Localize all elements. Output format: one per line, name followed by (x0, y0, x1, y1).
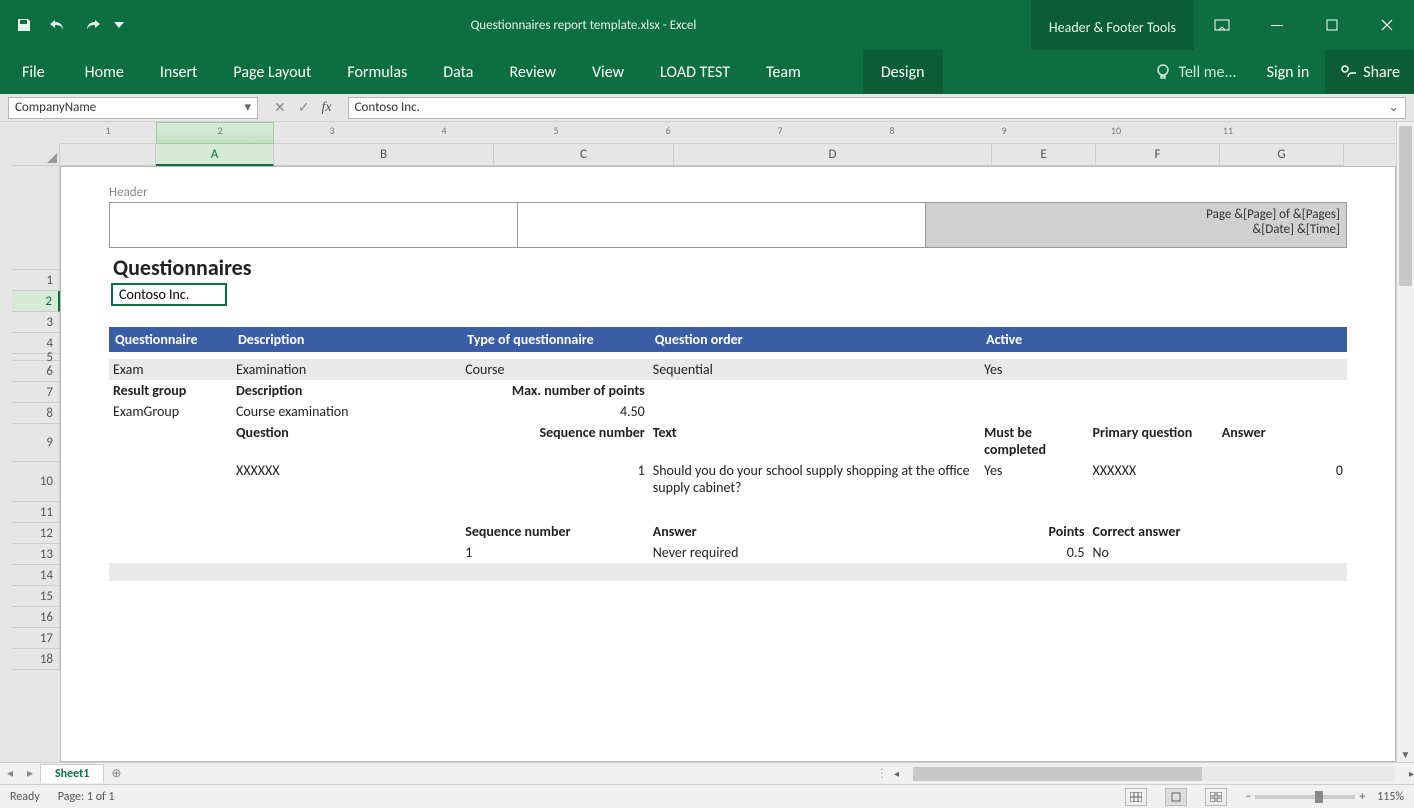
tab-file[interactable]: File (0, 50, 67, 94)
row-header-13[interactable]: 13 (12, 544, 60, 565)
cell-title[interactable]: Questionnaires (109, 254, 1347, 281)
zoom-in-button[interactable]: + (1359, 790, 1365, 804)
formula-bar[interactable]: Contoso Inc. ⌄ (348, 97, 1406, 119)
vertical-scrollbar[interactable]: ▲ ▼ (1396, 122, 1414, 762)
table-row[interactable]: ExamExaminationCourseSequentialYes (109, 359, 1347, 380)
column-header-E[interactable]: E (992, 144, 1096, 166)
row-header-10[interactable]: 10 (12, 462, 60, 502)
table-row[interactable]: Sequence numberAnswerPointsCorrect answe… (109, 521, 1347, 542)
scroll-thumb[interactable] (1399, 126, 1412, 286)
view-page-break-button[interactable] (1205, 788, 1227, 806)
select-all-button[interactable] (12, 144, 60, 166)
tab-load-test[interactable]: LOAD TEST (642, 50, 748, 94)
row-header-18[interactable]: 18 (12, 649, 60, 670)
column-header-G[interactable]: G (1220, 144, 1344, 166)
column-header-C[interactable]: C (494, 144, 674, 166)
row-header-5[interactable]: 5 (12, 354, 60, 361)
row-header-17[interactable]: 17 (12, 628, 60, 649)
tab-review[interactable]: Review (491, 50, 574, 94)
row-header-9[interactable]: 9 (12, 424, 60, 462)
table-row[interactable]: QuestionSequence numberTextMust be compl… (109, 422, 1347, 460)
share-button[interactable]: Share (1325, 50, 1414, 94)
row-header-1[interactable]: 1 (12, 270, 60, 291)
header-label: Header (109, 185, 1347, 200)
cancel-formula-button[interactable]: ✕ (274, 99, 286, 116)
header-right-section[interactable]: Page &[Page] of &[Pages] &[Date] &[Time] (926, 203, 1346, 247)
status-ready: Ready (10, 790, 40, 804)
header-editor[interactable]: Page &[Page] of &[Pages] &[Date] &[Time] (109, 202, 1347, 248)
row-header-12[interactable]: 12 (12, 523, 60, 544)
view-page-layout-button[interactable] (1165, 788, 1187, 806)
row-header-11[interactable]: 11 (12, 502, 60, 523)
table-row[interactable]: 1Never required0.5No (109, 542, 1347, 563)
row-header-6[interactable]: 6 (12, 361, 60, 382)
fx-icon[interactable]: fx (321, 100, 331, 116)
row-header-3[interactable]: 3 (12, 312, 60, 333)
cell-company-active[interactable]: Contoso Inc. (111, 283, 227, 306)
sign-in-button[interactable]: Sign in (1251, 50, 1326, 94)
table-row[interactable]: Result groupDescriptionMax. number of po… (109, 380, 1347, 401)
window-title: Questionnaires report template.xlsx - Ex… (136, 0, 1031, 50)
sheet-nav-prev[interactable]: ◂ (0, 766, 20, 781)
sheet-nav-next[interactable]: ▸ (20, 766, 40, 781)
name-box[interactable]: CompanyName ▾ (8, 97, 258, 119)
row-header-16[interactable]: 16 (12, 607, 60, 628)
tab-home[interactable]: Home (67, 50, 142, 94)
contextual-tab-label: Header & Footer Tools (1031, 0, 1194, 50)
close-button[interactable] (1359, 0, 1414, 50)
add-sheet-button[interactable]: ⊕ (104, 766, 128, 781)
tab-data[interactable]: Data (425, 50, 491, 94)
qat-customize-button[interactable] (110, 9, 128, 41)
maximize-button[interactable] (1304, 0, 1359, 50)
row-header-14[interactable]: 14 (12, 565, 60, 586)
sheet-tab-sheet1[interactable]: Sheet1 (40, 764, 104, 783)
row-header-8[interactable]: 8 (12, 403, 60, 424)
column-header-D[interactable]: D (674, 144, 992, 166)
enter-formula-button[interactable]: ✓ (298, 99, 310, 116)
table-row[interactable]: ExamGroupCourse examination4.50 (109, 401, 1347, 422)
share-icon (1339, 63, 1357, 81)
qat-undo-button[interactable] (42, 9, 74, 41)
qat-redo-button[interactable] (76, 9, 108, 41)
tell-me-search[interactable]: Tell me... (1140, 50, 1250, 94)
lightbulb-icon (1154, 63, 1172, 81)
scroll-down-button[interactable]: ▼ (1397, 746, 1414, 762)
table-row[interactable]: XXXXXX1Should you do your school supply … (109, 460, 1347, 500)
zoom-slider[interactable] (1255, 795, 1355, 799)
ribbon-display-options[interactable] (1194, 0, 1249, 50)
tab-team[interactable]: Team (748, 50, 819, 94)
tab-page-layout[interactable]: Page Layout (215, 50, 329, 94)
expand-formula-bar[interactable]: ⌄ (1388, 100, 1399, 115)
table-header-row: QuestionnaireDescriptionType of question… (109, 327, 1347, 352)
status-page: Page: 1 of 1 (58, 790, 115, 804)
tab-view[interactable]: View (574, 50, 642, 94)
view-normal-button[interactable] (1125, 788, 1147, 806)
tab-design[interactable]: Design (863, 50, 943, 94)
row-header-7[interactable]: 7 (12, 382, 60, 403)
horizontal-scrollbar[interactable]: ◂ ▸ (894, 766, 1414, 782)
minimize-button[interactable] (1249, 0, 1304, 50)
row-header-15[interactable]: 15 (12, 586, 60, 607)
column-header-A[interactable]: A (156, 144, 274, 166)
header-center-section[interactable] (518, 203, 926, 247)
row-header-2[interactable]: 2 (12, 291, 60, 312)
tab-formulas[interactable]: Formulas (329, 50, 425, 94)
column-header-F[interactable]: F (1096, 144, 1220, 166)
worksheet-page[interactable]: Header Page &[Page] of &[Pages] &[Date] … (60, 166, 1396, 762)
header-left-section[interactable] (110, 203, 518, 247)
horizontal-ruler: 1234567891011 (60, 122, 1396, 144)
zoom-out-button[interactable]: − (1245, 790, 1251, 804)
zoom-level[interactable]: 115% (1377, 790, 1404, 804)
column-header-B[interactable]: B (274, 144, 494, 166)
qat-save-button[interactable] (8, 9, 40, 41)
chevron-down-icon: ▾ (244, 100, 251, 115)
tab-insert[interactable]: Insert (142, 50, 216, 94)
